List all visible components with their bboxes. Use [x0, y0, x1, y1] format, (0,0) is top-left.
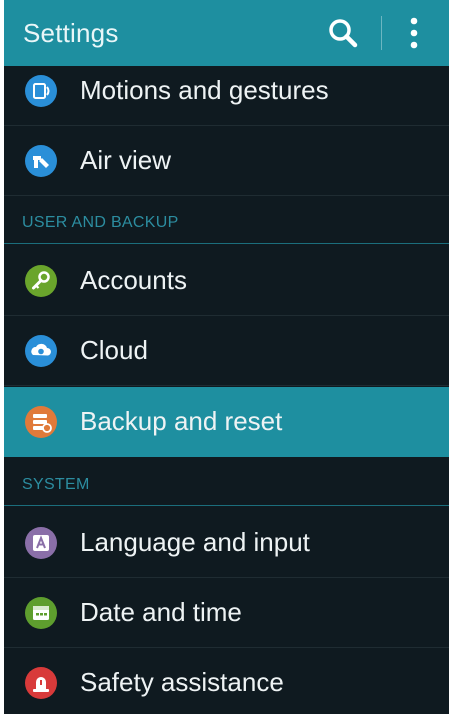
key-icon — [25, 265, 57, 297]
page-title: Settings — [23, 18, 119, 48]
settings-item-label: Motions and gestures — [80, 75, 329, 105]
backup-icon — [25, 406, 57, 438]
settings-screen: Settings Motions and gestures Air view U… — [4, 0, 449, 714]
settings-item-air-view[interactable]: Air view — [4, 126, 449, 196]
more-options-icon[interactable] — [402, 14, 426, 52]
search-icon[interactable] — [326, 16, 360, 50]
settings-item-label: Date and time — [80, 597, 242, 627]
safety-icon — [25, 667, 57, 699]
settings-item-cloud[interactable]: Cloud — [4, 316, 449, 386]
motions-icon — [25, 75, 57, 107]
section-header-text: SYSTEM — [22, 476, 90, 493]
cloud-icon — [25, 335, 57, 367]
section-header-system: SYSTEM — [4, 462, 449, 506]
settings-item-language[interactable]: Language and input — [4, 508, 449, 578]
settings-item-safety[interactable]: Safety assistance — [4, 648, 449, 714]
settings-item-label: Language and input — [80, 527, 310, 557]
air-view-icon — [25, 145, 57, 177]
settings-item-label: Safety assistance — [80, 667, 284, 697]
language-icon — [25, 527, 57, 559]
settings-item-label: Accounts — [80, 265, 187, 295]
calendar-icon — [25, 597, 57, 629]
settings-item-label: Cloud — [80, 335, 148, 365]
section-header-user-backup: USER AND BACKUP — [4, 200, 449, 244]
settings-item-label: Air view — [80, 145, 172, 175]
section-header-text: USER AND BACKUP — [22, 214, 179, 231]
action-bar-divider — [381, 16, 382, 50]
settings-item-label: Backup and reset — [80, 406, 283, 436]
settings-item-accounts[interactable]: Accounts — [4, 246, 449, 316]
settings-item-backup-reset[interactable]: Backup and reset — [4, 387, 449, 457]
settings-item-date-time[interactable]: Date and time — [4, 578, 449, 648]
settings-item-motions[interactable]: Motions and gestures — [4, 56, 449, 126]
